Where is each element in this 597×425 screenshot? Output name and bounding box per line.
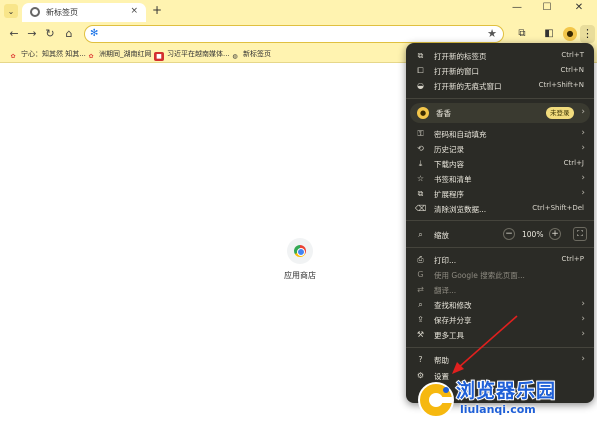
menu-item-downloads[interactable]: ⤓ 下载内容 Ctrl+J: [406, 156, 594, 171]
zoom-icon: ⌕: [418, 230, 423, 239]
menu-item-google-search: G 使用 Google 搜索此页面...: [406, 267, 594, 282]
chevron-right-icon: ›: [581, 314, 585, 324]
chevron-right-icon: ›: [581, 188, 585, 198]
maximize-button[interactable]: ☐: [533, 2, 561, 18]
bookmark-globe-icon: ◍: [232, 53, 238, 60]
search-engine-icon: ✻: [90, 28, 99, 39]
reload-button[interactable]: ↻: [42, 26, 58, 42]
globe-icon: [30, 7, 40, 17]
web-store-shortcut[interactable]: [287, 238, 313, 264]
chevron-right-icon: ›: [581, 299, 585, 309]
find-icon: ⌕: [418, 300, 423, 309]
web-store-icon: [294, 245, 306, 257]
chevron-down-icon: ⌄: [7, 6, 15, 16]
menu-item-translate: ⇄ 翻译...: [406, 282, 594, 297]
extensions-icon[interactable]: ⧉: [514, 26, 530, 42]
menu-item-save-share[interactable]: ⇪ 保存并分享 ›: [406, 312, 594, 327]
shortcut-label: 应用商店: [284, 271, 316, 280]
bookmark-star-icon: ☆: [416, 174, 425, 183]
profile-name: 香香: [436, 109, 451, 118]
sign-in-status-badge: 未登录: [546, 107, 574, 119]
bookmark-item[interactable]: ■ 习近平在越南媒体...: [154, 49, 230, 61]
chrome-menu: ⧉ 打开新的标签页 Ctrl+T ⧠ 打开新的窗口 Ctrl+N ◒ 打开新的无…: [406, 43, 594, 403]
menu-profile-row[interactable]: ● 香香 未登录 ›: [410, 103, 590, 123]
download-icon: ⤓: [418, 159, 423, 168]
bookmark-site-icon: ✿: [88, 53, 94, 60]
profile-avatar[interactable]: ●: [563, 27, 577, 41]
chevron-right-icon: ›: [581, 107, 585, 117]
menu-separator: [406, 347, 594, 348]
tab-title: 新标签页: [46, 8, 78, 17]
home-button[interactable]: ⌂: [61, 26, 77, 42]
new-tab-icon: ⧉: [417, 51, 424, 60]
share-icon: ⇪: [417, 315, 424, 324]
menu-item-help[interactable]: ? 帮助 ›: [406, 352, 594, 367]
bookmark-item[interactable]: ◍ 新标签页: [230, 49, 271, 60]
back-button[interactable]: ←: [6, 26, 22, 42]
zoom-in-button[interactable]: +: [549, 228, 561, 240]
address-bar[interactable]: ✻ ★: [84, 25, 504, 43]
new-window-icon: ⧠: [417, 66, 424, 75]
bookmark-news-icon: ■: [154, 52, 164, 61]
tab-strip: ⌄ 新标签页 × + — ☐ ✕: [0, 0, 597, 22]
menu-item-new-window[interactable]: ⧠ 打开新的窗口 Ctrl+N: [406, 63, 594, 78]
menu-separator: [406, 220, 594, 221]
watermark-logo: [418, 382, 454, 418]
google-icon: G: [417, 270, 424, 279]
tab-new-tab[interactable]: 新标签页 ×: [22, 3, 146, 22]
profile-avatar: ●: [417, 107, 429, 119]
chevron-right-icon: ›: [581, 143, 585, 153]
menu-item-zoom: ⌕ 缩放: [406, 227, 594, 242]
minimize-button[interactable]: —: [503, 2, 531, 18]
zoom-out-button[interactable]: −: [503, 228, 515, 240]
history-icon: ⟲: [417, 144, 424, 153]
menu-item-new-tab[interactable]: ⧉ 打开新的标签页 Ctrl+T: [406, 48, 594, 63]
zoom-level: 100%: [522, 230, 544, 239]
chrome-menu-button[interactable]: ⋮: [580, 25, 595, 43]
chevron-right-icon: ›: [581, 173, 585, 183]
tab-search-button[interactable]: ⌄: [4, 4, 18, 18]
window-close-button[interactable]: ✕: [565, 2, 593, 18]
new-tab-button[interactable]: +: [150, 3, 164, 17]
watermark-url: liulanqi.com: [460, 403, 536, 416]
chevron-right-icon: ›: [581, 329, 585, 339]
watermark: 浏览器乐园 liulanqi.com: [416, 376, 594, 422]
menu-item-incognito[interactable]: ◒ 打开新的无痕式窗口 Ctrl+Shift+N: [406, 78, 594, 93]
menu-item-history[interactable]: ⟲ 历史记录 ›: [406, 141, 594, 156]
close-icon[interactable]: ×: [130, 6, 138, 16]
menu-item-bookmarks[interactable]: ☆ 书签和清单 ›: [406, 171, 594, 186]
menu-separator: [406, 247, 594, 248]
translate-icon: ⇄: [417, 285, 424, 294]
more-tools-icon: ⚒: [416, 330, 425, 339]
menu-separator: [406, 98, 594, 99]
menu-item-print[interactable]: ⎙ 打印... Ctrl+P: [406, 252, 594, 267]
fullscreen-button[interactable]: ⛶: [573, 227, 587, 241]
watermark-title: 浏览器乐园: [455, 379, 557, 403]
incognito-icon: ◒: [417, 81, 424, 90]
chevron-right-icon: ›: [581, 128, 585, 138]
chevron-right-icon: ›: [581, 354, 585, 364]
bookmark-star-icon[interactable]: ★: [487, 27, 497, 40]
forward-button[interactable]: →: [24, 26, 40, 42]
menu-item-clear-data[interactable]: ⌫ 清除浏览数据... Ctrl+Shift+Del: [406, 201, 594, 216]
bookmark-item[interactable]: ✿ 洲期同_湖南红网: [86, 49, 151, 60]
trash-icon: ⌫: [415, 204, 427, 213]
extension-icon: ⧉: [417, 189, 424, 198]
bookmark-site-icon: ✿: [10, 53, 16, 60]
menu-item-more-tools[interactable]: ⚒ 更多工具 ›: [406, 327, 594, 342]
menu-item-extensions[interactable]: ⧉ 扩展程序 ›: [406, 186, 594, 201]
bookmark-item[interactable]: ✿ 宁心：知其然 知其...: [8, 49, 85, 60]
menu-item-find[interactable]: ⌕ 查找和修改 ›: [406, 297, 594, 312]
key-icon: ⚿: [417, 129, 424, 138]
side-panel-icon[interactable]: ◧: [541, 26, 557, 42]
menu-item-passwords[interactable]: ⚿ 密码和自动填充 ›: [406, 126, 594, 141]
help-icon: ?: [418, 355, 423, 364]
print-icon: ⎙: [417, 255, 424, 264]
